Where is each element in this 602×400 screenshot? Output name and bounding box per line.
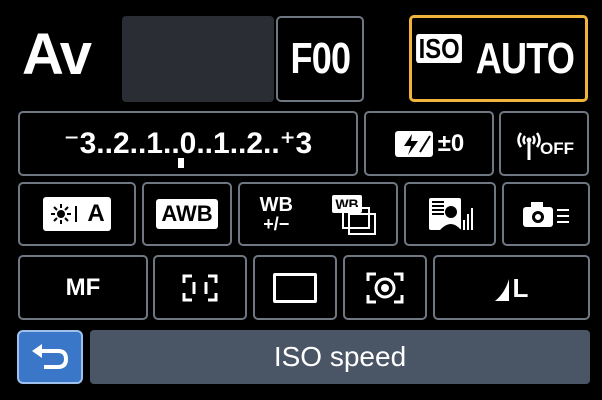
focus-mode-tile[interactable]: MF bbox=[18, 255, 148, 320]
picture-style-label: A bbox=[87, 200, 105, 227]
image-quality-icon: L bbox=[494, 272, 529, 303]
exposure-scale: ⁻3..2..1..0..1..2..⁺3 bbox=[63, 127, 313, 160]
shutter-speed-placeholder bbox=[122, 16, 274, 102]
wb-shift-bracket-tile[interactable]: WB +/− WB bbox=[238, 182, 398, 246]
wb-shift-top: WB bbox=[259, 194, 293, 216]
wireless-tile[interactable]: OFF bbox=[499, 111, 589, 176]
quick-control-screen: Av F00 ISO AUTO ⁻3..2..1..0..1..2..⁺3 ±0 bbox=[0, 0, 602, 400]
aspect-ratio-tile[interactable] bbox=[253, 255, 337, 320]
auto-lighting-optimizer-icon bbox=[427, 194, 473, 234]
aspect-rectangle-icon bbox=[273, 272, 317, 303]
back-button[interactable] bbox=[17, 330, 83, 384]
custom-controls-icon bbox=[521, 199, 571, 229]
aperture-tile[interactable]: F00 bbox=[276, 16, 364, 102]
wb-shift-bottom: +/− bbox=[263, 214, 290, 234]
focus-mode-value: MF bbox=[65, 273, 101, 301]
iso-value: AUTO bbox=[475, 33, 574, 83]
af-area-tile[interactable] bbox=[153, 255, 247, 320]
wb-bracket-frame-2 bbox=[348, 213, 377, 235]
auto-lighting-optimizer-tile[interactable] bbox=[404, 182, 496, 246]
setting-label-bar: ISO speed bbox=[90, 330, 590, 384]
aperture-value: F00 bbox=[290, 34, 351, 83]
white-balance-tile[interactable]: AWB bbox=[142, 182, 232, 246]
custom-controls-tile[interactable] bbox=[502, 182, 590, 246]
evaluative-metering-icon bbox=[365, 271, 405, 305]
iso-tile[interactable]: ISO AUTO bbox=[409, 15, 588, 102]
picture-style-tile[interactable]: A bbox=[18, 182, 136, 246]
af-frame-icon bbox=[182, 274, 218, 302]
picture-style-icon: A bbox=[43, 197, 111, 231]
back-arrow-icon bbox=[30, 343, 70, 371]
wb-bracket-icon: WB bbox=[332, 195, 377, 235]
wireless-off-icon: OFF bbox=[514, 127, 574, 161]
white-balance-value: AWB bbox=[156, 199, 218, 229]
image-quality-label: L bbox=[512, 272, 529, 303]
flash-exposure-comp-tile[interactable]: ±0 bbox=[364, 111, 494, 176]
shooting-mode: Av bbox=[22, 22, 92, 87]
wb-shift-icon: WB +/− bbox=[260, 195, 293, 233]
image-quality-tile[interactable]: L bbox=[433, 255, 590, 320]
metering-tile[interactable] bbox=[343, 255, 427, 320]
flash-comp-value: ±0 bbox=[437, 129, 465, 157]
iso-label: ISO bbox=[416, 33, 463, 63]
exposure-comp-tile[interactable]: ⁻3..2..1..0..1..2..⁺3 bbox=[18, 111, 358, 176]
flash-exposure-comp-icon bbox=[394, 130, 434, 158]
setting-label: ISO speed bbox=[273, 341, 407, 372]
exposure-indicator bbox=[177, 158, 184, 168]
wireless-off-label: OFF bbox=[540, 138, 574, 158]
